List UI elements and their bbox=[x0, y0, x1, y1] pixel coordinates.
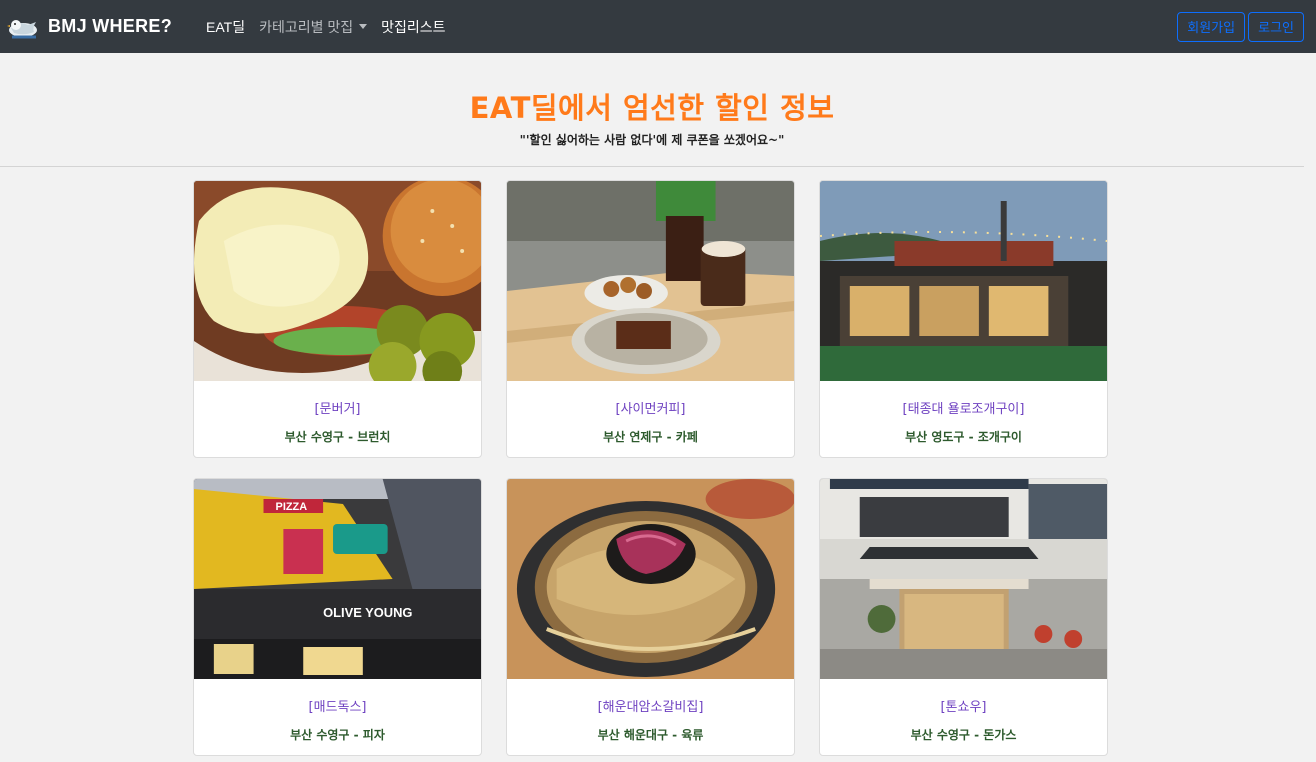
nav-dropdown-category-label: 카테고리별 맛집 bbox=[259, 18, 354, 35]
nav-dropdown-category[interactable]: 카테고리별 맛집 bbox=[259, 17, 368, 37]
restaurant-location-category: 부산 수영구 - 돈가스 bbox=[910, 728, 1017, 742]
restaurant-name: [태종대 욜로조개구이] bbox=[902, 402, 1025, 417]
restaurant-photo-burger bbox=[194, 181, 481, 381]
seagull-logo-icon bbox=[7, 19, 37, 38]
restaurant-name: [매드독스] bbox=[308, 700, 367, 715]
restaurant-card[interactable]: [톤쇼우] 부산 수영구 - 돈가스 bbox=[819, 478, 1108, 756]
restaurant-photo-clam-grill bbox=[820, 181, 1107, 381]
hero-section: EAT딜에서 엄선한 할인 정보 "'할인 싫어하는 사람 없다'에 제 쿠폰을… bbox=[0, 53, 1304, 167]
restaurant-name: [해운대암소갈비집] bbox=[597, 700, 704, 715]
restaurant-name: [사이먼커피] bbox=[615, 402, 686, 417]
restaurant-photo-galbi bbox=[507, 479, 794, 679]
signup-button[interactable]: 회원가입 bbox=[1177, 11, 1246, 42]
restaurant-card[interactable]: [문버거] 부산 수영구 - 브런치 bbox=[193, 180, 482, 458]
page-subtitle: "'할인 싫어하는 사람 없다'에 제 쿠폰을 쏘겠어요~" bbox=[519, 133, 785, 147]
restaurant-location-category: 부산 수영구 - 브런치 bbox=[284, 430, 391, 444]
restaurant-location-category: 부산 연제구 - 카페 bbox=[603, 430, 698, 444]
auth-buttons: 회원가입 로그인 bbox=[1177, 11, 1304, 42]
main-nav: EAT딜 카테고리별 맛집 맛집리스트 bbox=[206, 0, 460, 53]
pizza-sign-text: PIZZA bbox=[276, 501, 308, 513]
caret-down-icon bbox=[359, 24, 368, 30]
restaurant-photo-coffee bbox=[507, 181, 794, 381]
restaurant-location-category: 부산 해운대구 - 육류 bbox=[597, 728, 704, 742]
login-button[interactable]: 로그인 bbox=[1248, 11, 1304, 42]
restaurant-card[interactable]: PIZZA OLIVE YOUNG [매드독스] 부산 수영구 - 피자 bbox=[193, 478, 482, 756]
restaurant-card[interactable]: [태종대 욜로조개구이] 부산 영도구 - 조개구이 bbox=[819, 180, 1108, 458]
nav-link-restaurant-list[interactable]: 맛집리스트 bbox=[381, 17, 445, 37]
nav-link-eatdeal[interactable]: EAT딜 bbox=[206, 17, 245, 37]
restaurant-name: [문버거] bbox=[314, 402, 361, 417]
brand-name: BMJ WHERE? bbox=[48, 16, 172, 36]
top-navbar: BMJ WHERE? EAT딜 카테고리별 맛집 맛집리스트 회원가입 로그인 bbox=[0, 0, 1316, 53]
restaurant-location-category: 부산 수영구 - 피자 bbox=[290, 728, 385, 742]
restaurant-card-grid: [문버거] 부산 수영구 - 브런치 [사이먼커피] 부산 연제구 - 카페 [… bbox=[193, 180, 1108, 756]
restaurant-card[interactable]: [해운대암소갈비집] 부산 해운대구 - 육류 bbox=[506, 478, 795, 756]
restaurant-photo-storefront: PIZZA OLIVE YOUNG bbox=[194, 479, 481, 679]
restaurant-name: [톤쇼우] bbox=[940, 700, 987, 715]
page-title: EAT딜에서 엄선한 할인 정보 bbox=[469, 91, 835, 125]
olive-young-sign-text: OLIVE YOUNG bbox=[323, 605, 412, 620]
restaurant-photo-tonkatsu bbox=[820, 479, 1107, 679]
restaurant-location-category: 부산 영도구 - 조개구이 bbox=[905, 430, 1022, 444]
restaurant-card[interactable]: [사이먼커피] 부산 연제구 - 카페 bbox=[506, 180, 795, 458]
brand-home-link[interactable]: BMJ WHERE? bbox=[6, 0, 172, 53]
